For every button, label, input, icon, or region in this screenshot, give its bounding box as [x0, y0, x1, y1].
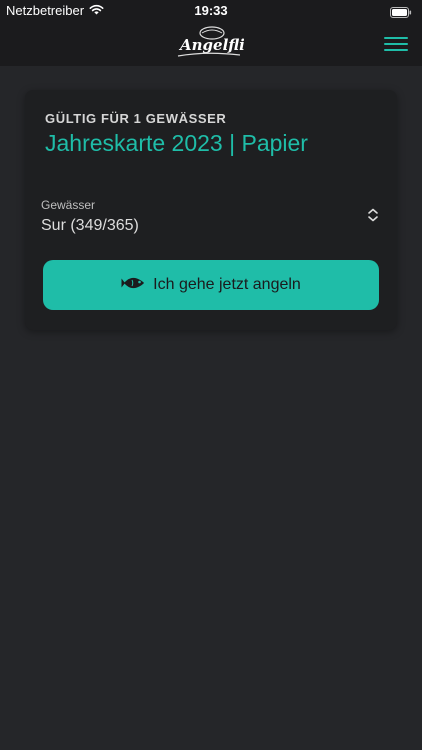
menu-bar	[384, 37, 408, 39]
navigation-bar: Angelflix	[0, 20, 422, 66]
status-time: 19:33	[194, 3, 228, 18]
water-field-value[interactable]: Sur (349/365)	[41, 217, 139, 235]
angelflix-logo: Angelflix	[176, 25, 255, 61]
svg-text:Angelflix: Angelflix	[178, 36, 244, 54]
go-fishing-button[interactable]: Ich gehe jetzt angeln	[43, 260, 379, 310]
water-field-label: Gewässer	[41, 198, 96, 212]
license-card: GÜLTIG FÜR 1 GEWÄSSER Jahreskarte 2023 |…	[25, 90, 397, 330]
card-validity-label: GÜLTIG FÜR 1 GEWÄSSER	[45, 111, 227, 126]
menu-bar	[384, 49, 408, 51]
app-screen: Netzbetreiber 19:33 Angelfl GÜLTIG FÜR 1…	[0, 0, 422, 750]
fish-icon	[121, 275, 145, 296]
card-title: Jahreskarte 2023 | Papier	[45, 130, 308, 156]
status-bar: Netzbetreiber 19:33	[0, 0, 422, 20]
menu-bar	[384, 43, 408, 45]
chevron-updown-icon[interactable]	[367, 208, 379, 227]
go-fishing-label: Ich gehe jetzt angeln	[153, 276, 301, 293]
hamburger-menu-icon[interactable]	[384, 32, 410, 54]
